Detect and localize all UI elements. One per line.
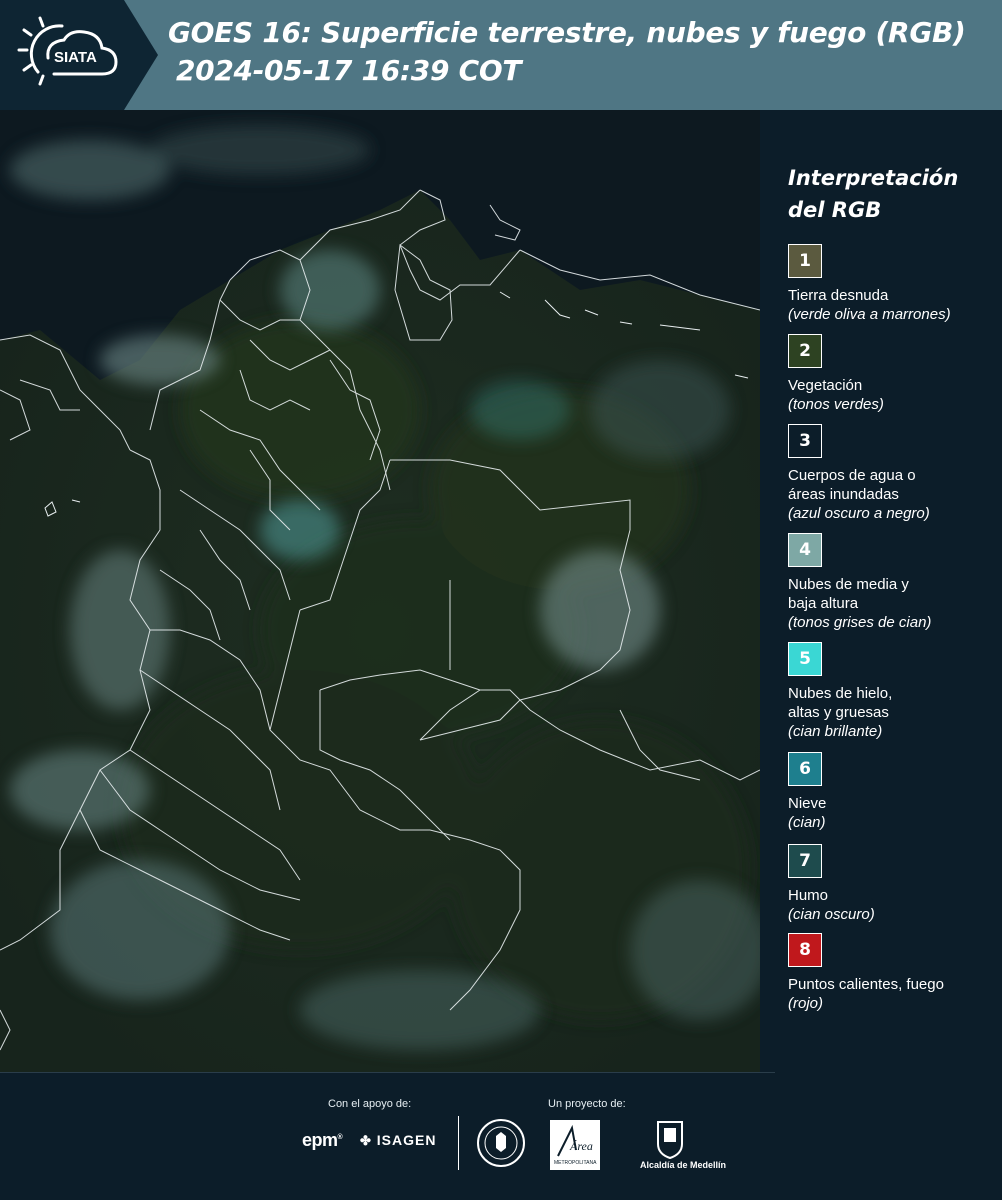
legend-item-4: 4 Nubes de media y baja altura (tonos gr… [788, 533, 998, 632]
alcaldia-label: Alcaldía de Medellín [640, 1160, 727, 1170]
isagen-logo-text: ISAGEN [376, 1132, 437, 1148]
legend-swatch-4: 4 [788, 533, 822, 567]
legend-label-2: Vegetación [788, 377, 863, 394]
legend-sub-2: (tonos verdes) [788, 396, 884, 413]
footer: Con el apoyo de: Un proyecto de: epm® ✤ … [0, 1072, 1002, 1200]
siata-logo[interactable]: SIATA [0, 0, 158, 110]
area-logo-subtext: METROPOLITANA [554, 1160, 597, 1166]
legend-label-4: Nubes de media y baja altura [788, 576, 909, 612]
epm-logo[interactable]: epm® [302, 1130, 343, 1151]
legend-sub-5: (cian brillante) [788, 723, 883, 740]
support-label: Con el apoyo de: [328, 1098, 412, 1110]
legend-sub-3: (azul oscuro a negro) [788, 505, 930, 522]
legend-swatch-1: 1 [788, 244, 822, 278]
area-logo-text: Área [569, 1139, 593, 1153]
legend-label-3: Cuerpos de agua o áreas inundadas [788, 467, 916, 503]
legend-item-5: 5 Nubes de hielo, altas y gruesas (cian … [788, 642, 998, 741]
legend-item-1: 1 Tierra desnuda (verde oliva a marrones… [788, 244, 998, 324]
legend-label-6: Nieve [788, 795, 827, 812]
legend-swatch-7: 7 [788, 844, 822, 878]
legend-item-8: 8 Puntos calientes, fuego (rojo) [788, 933, 998, 1013]
legend-sub-7: (cian oscuro) [788, 906, 875, 923]
title-line-1: GOES 16: Superficie terrestre, nubes y f… [168, 16, 966, 49]
legend-label-5: Nubes de hielo, altas y gruesas [788, 685, 893, 721]
legend-item-7: 7 Humo (cian oscuro) [788, 844, 998, 924]
legend-label-1: Tierra desnuda [788, 287, 889, 304]
legend-title-line-1: Interpretación [788, 166, 959, 190]
footer-separator [458, 1116, 459, 1170]
legend-swatch-8: 8 [788, 933, 822, 967]
legend-label-8: Puntos calientes, fuego [788, 976, 944, 993]
header-bar: SIATA GOES 16: Superficie terrestre, nub… [0, 0, 1002, 110]
area-metropolitana-mark-icon: Área METROPOLITANA [554, 1124, 597, 1166]
area-metropolitana-logo[interactable]: Área METROPOLITANA [550, 1120, 600, 1170]
legend-swatch-5: 5 [788, 642, 822, 676]
legend-swatch-3: 3 [788, 424, 822, 458]
legend-item-6: 6 Nieve (cian) [788, 752, 998, 832]
legend-item-3: 3 Cuerpos de agua o áreas inundadas (azu… [788, 424, 998, 523]
isagen-logo[interactable]: ✤ ISAGEN [360, 1132, 436, 1149]
page-title: GOES 16: Superficie terrestre, nubes y f… [168, 14, 998, 90]
project-label: Un proyecto de: [548, 1098, 626, 1110]
satellite-map[interactable] [0, 110, 760, 1072]
legend-title: Interpretación del RGB [788, 162, 998, 226]
legend-sub-8: (rojo) [788, 995, 824, 1012]
legend-label-7: Humo [788, 887, 829, 904]
rgb-satellite-image [0, 110, 760, 1072]
legend-swatch-6: 6 [788, 752, 822, 786]
legend-panel: Interpretación del RGB 1 Tierra desnuda … [760, 110, 1002, 1072]
epm-logo-text: epm [302, 1130, 338, 1150]
legend-swatch-2: 2 [788, 334, 822, 368]
siata-sun-icon: SIATA [17, 16, 118, 86]
legend-sub-6: (cian) [788, 814, 826, 831]
legend-title-line-2: del RGB [788, 198, 882, 222]
footer-divider [0, 1072, 775, 1073]
siata-logo-text: SIATA [54, 49, 97, 66]
university-seal-icon[interactable] [476, 1118, 526, 1168]
isagen-mark-icon: ✤ [360, 1133, 372, 1148]
legend-item-2: 2 Vegetación (tonos verdes) [788, 334, 998, 414]
title-timestamp: 2024-05-17 16:39 COT [176, 54, 522, 87]
legend-sub-1: (verde oliva a marrones) [788, 306, 951, 323]
legend-sub-4: (tonos grises de cian) [788, 614, 932, 631]
